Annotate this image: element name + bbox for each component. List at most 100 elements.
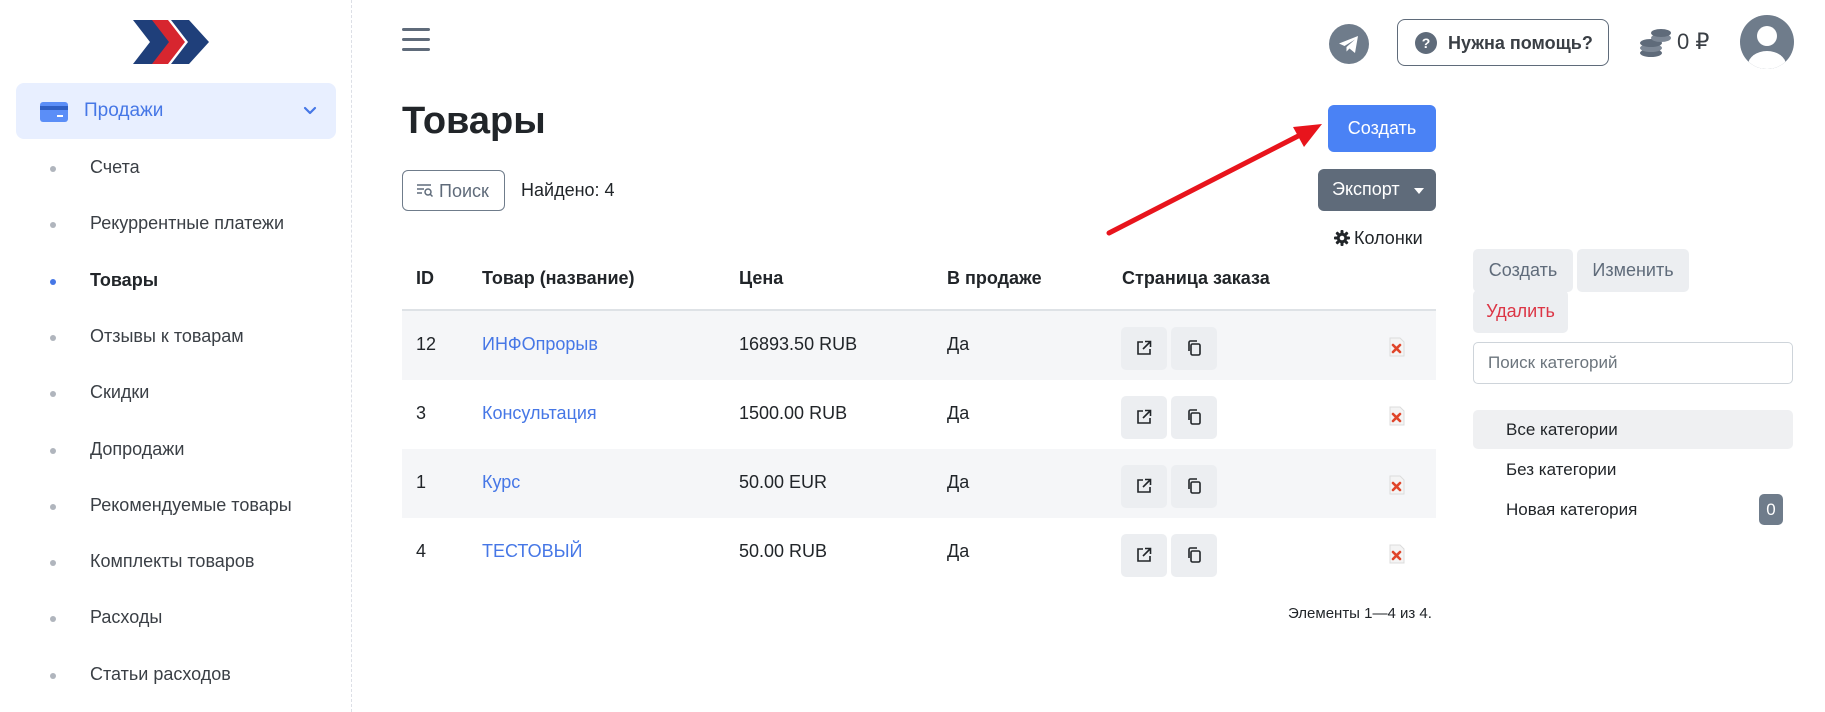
category-label: Все категории: [1506, 420, 1618, 439]
sidebar-item-invoices[interactable]: Счета: [0, 148, 350, 188]
category-search-input[interactable]: [1473, 342, 1793, 384]
product-link[interactable]: Курс: [482, 472, 520, 493]
category-delete-button[interactable]: Удалить: [1473, 290, 1568, 333]
sidebar-item-products[interactable]: Товары: [0, 261, 350, 301]
copy-icon: [1188, 547, 1201, 563]
page-title: Товары: [402, 100, 546, 142]
sidebar-item-recommended-products[interactable]: Рекомендуемые товары: [0, 486, 350, 526]
cell-id: 4: [416, 541, 427, 561]
sidebar-item-label: Рекуррентные платежи: [90, 213, 285, 233]
export-dropdown-button[interactable]: Экспорт: [1318, 169, 1436, 211]
cell-id: 1: [416, 472, 427, 492]
open-order-page-button[interactable]: [1121, 396, 1167, 439]
chevron-down-icon: [303, 106, 317, 115]
copy-link-button[interactable]: [1171, 534, 1217, 577]
sidebar-item-expenses[interactable]: Расходы: [0, 598, 350, 638]
external-link-icon: [1137, 547, 1152, 562]
open-order-page-button[interactable]: [1121, 327, 1167, 370]
help-button[interactable]: ? Нужна помощь?: [1397, 19, 1609, 66]
sidebar-item-label: Комплекты товаров: [90, 551, 255, 571]
caret-down-icon: [1414, 188, 1424, 194]
help-button-label: Нужна помощь?: [1448, 33, 1593, 53]
column-header-name[interactable]: Товар (название): [482, 268, 635, 289]
category-create-button[interactable]: Создать: [1473, 249, 1573, 292]
bullet-icon: [50, 560, 56, 566]
category-label: Без категории: [1506, 460, 1617, 479]
bullet-icon: [50, 279, 56, 285]
category-item-all[interactable]: Все категории: [1473, 410, 1793, 449]
balance-value: 0 ₽: [1677, 29, 1710, 54]
pagination-summary: Элементы 1—4 из 4.: [1288, 605, 1432, 622]
product-link[interactable]: ТЕСТОВЫЙ: [482, 541, 582, 562]
open-order-page-button[interactable]: [1121, 534, 1167, 577]
column-header-id[interactable]: ID: [416, 268, 434, 289]
sidebar-item-upsells[interactable]: Допродажи: [0, 430, 350, 470]
sidebar-group-label: Продажи: [84, 100, 164, 121]
bullet-icon: [50, 391, 56, 397]
sidebar-item-recurring-payments[interactable]: Рекуррентные платежи: [0, 204, 350, 244]
bullet-icon: [50, 504, 56, 510]
sidebar-item-discounts[interactable]: Скидки: [0, 373, 350, 413]
cell-id: 3: [416, 403, 427, 423]
copy-link-button[interactable]: [1171, 327, 1217, 370]
category-item-uncategorized[interactable]: Без категории: [1473, 450, 1793, 489]
open-order-page-button[interactable]: [1121, 465, 1167, 508]
annotation-arrow-icon: [1106, 124, 1322, 236]
cell-price: 16893.50 RUB: [739, 334, 858, 354]
category-count-badge: 0: [1759, 494, 1783, 525]
columns-button[interactable]: Колонки: [1334, 228, 1423, 249]
category-item-new[interactable]: Новая категория 0: [1473, 490, 1793, 529]
delete-icon[interactable]: [1388, 544, 1406, 564]
copy-link-button[interactable]: [1171, 396, 1217, 439]
category-edit-button[interactable]: Изменить: [1577, 249, 1689, 292]
sidebar-item-label: Расходы: [90, 607, 163, 627]
table-row: 4 ТЕСТОВЫЙ 50.00 RUB Да: [402, 518, 1436, 587]
found-count: Найдено: 4: [521, 180, 615, 200]
cell-price: 50.00 EUR: [739, 472, 828, 492]
column-header-price[interactable]: Цена: [739, 268, 783, 289]
columns-button-label: Колонки: [1354, 228, 1423, 248]
sidebar-item-label: Допродажи: [90, 439, 185, 459]
sidebar-item-product-reviews[interactable]: Отзывы к товарам: [0, 317, 350, 357]
telegram-icon[interactable]: [1329, 24, 1369, 64]
search-button[interactable]: Поиск: [402, 170, 505, 211]
delete-icon[interactable]: [1388, 406, 1406, 426]
table-row: 1 Курс 50.00 EUR Да: [402, 449, 1436, 518]
logo[interactable]: [133, 17, 211, 67]
search-button-label: Поиск: [439, 181, 489, 201]
bullet-icon: [50, 673, 56, 679]
table-row: 12 ИНФОпрорыв 16893.50 RUB Да: [402, 311, 1436, 380]
cell-on-sale: Да: [947, 541, 970, 561]
copy-link-button[interactable]: [1171, 465, 1217, 508]
menu-toggle-icon[interactable]: [402, 28, 430, 54]
copy-icon: [1188, 409, 1201, 425]
sidebar-item-product-bundles[interactable]: Комплекты товаров: [0, 542, 350, 582]
copy-icon: [1188, 478, 1201, 494]
sidebar-group-sales[interactable]: Продажи: [16, 83, 336, 139]
column-header-order-page: Страница заказа: [1122, 268, 1270, 288]
delete-icon[interactable]: [1388, 337, 1406, 357]
column-header-on-sale[interactable]: В продаже: [947, 268, 1042, 289]
gear-icon: [1334, 230, 1350, 246]
product-link[interactable]: Консультация: [482, 403, 597, 424]
question-icon: ?: [1415, 32, 1437, 54]
sidebar-item-label: Счета: [90, 157, 140, 177]
coins-icon: [1640, 29, 1671, 57]
sidebar-item-expense-items[interactable]: Статьи расходов: [0, 655, 350, 695]
category-label: Новая категория: [1506, 500, 1638, 519]
table-row: 3 Консультация 1500.00 RUB Да: [402, 380, 1436, 449]
product-link[interactable]: ИНФОпрорыв: [482, 334, 598, 355]
user-avatar[interactable]: [1740, 15, 1794, 69]
bullet-icon: [50, 448, 56, 454]
external-link-icon: [1137, 409, 1152, 424]
external-link-icon: [1137, 478, 1152, 493]
delete-icon[interactable]: [1388, 475, 1406, 495]
sidebar-item-label: Статьи расходов: [90, 664, 231, 684]
bullet-icon: [50, 616, 56, 622]
user-icon: [1748, 26, 1786, 69]
cell-on-sale: Да: [947, 403, 970, 423]
create-product-button[interactable]: Создать: [1328, 105, 1436, 152]
products-table: ID Товар (название) Цена В продаже Стран…: [402, 256, 1436, 587]
copy-icon: [1188, 340, 1201, 356]
bullet-icon: [50, 166, 56, 172]
